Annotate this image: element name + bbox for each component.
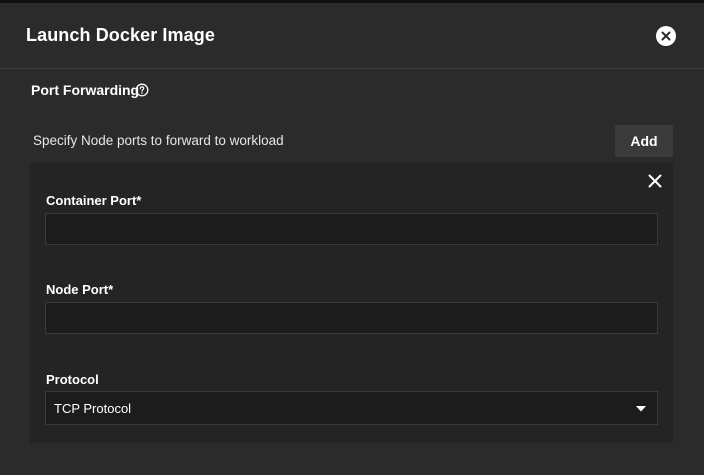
close-circle-icon [661, 31, 671, 41]
container-port-input[interactable] [45, 213, 658, 245]
dialog-title: Launch Docker Image [26, 25, 215, 45]
section-title-port-forwarding: Port Forwarding [31, 82, 140, 98]
port-forwarding-item: Container Port* Node Port* Protocol TCP … [30, 163, 673, 443]
add-port-button[interactable]: Add [615, 125, 673, 157]
help-circle-icon[interactable] [135, 83, 149, 97]
container-port-label: Container Port* [46, 193, 142, 208]
protocol-selected-value: TCP Protocol [54, 401, 132, 416]
node-port-label: Node Port* [46, 282, 114, 297]
caret-down-icon [636, 406, 646, 412]
protocol-label: Protocol [46, 372, 99, 387]
close-icon[interactable] [646, 172, 664, 190]
node-port-input[interactable] [45, 302, 658, 334]
port-forwarding-description: Specify Node ports to forward to workloa… [33, 133, 284, 148]
close-dialog-button[interactable] [656, 26, 676, 46]
protocol-select[interactable]: TCP Protocol [45, 391, 658, 425]
dialog-header: Launch Docker Image [0, 3, 704, 69]
